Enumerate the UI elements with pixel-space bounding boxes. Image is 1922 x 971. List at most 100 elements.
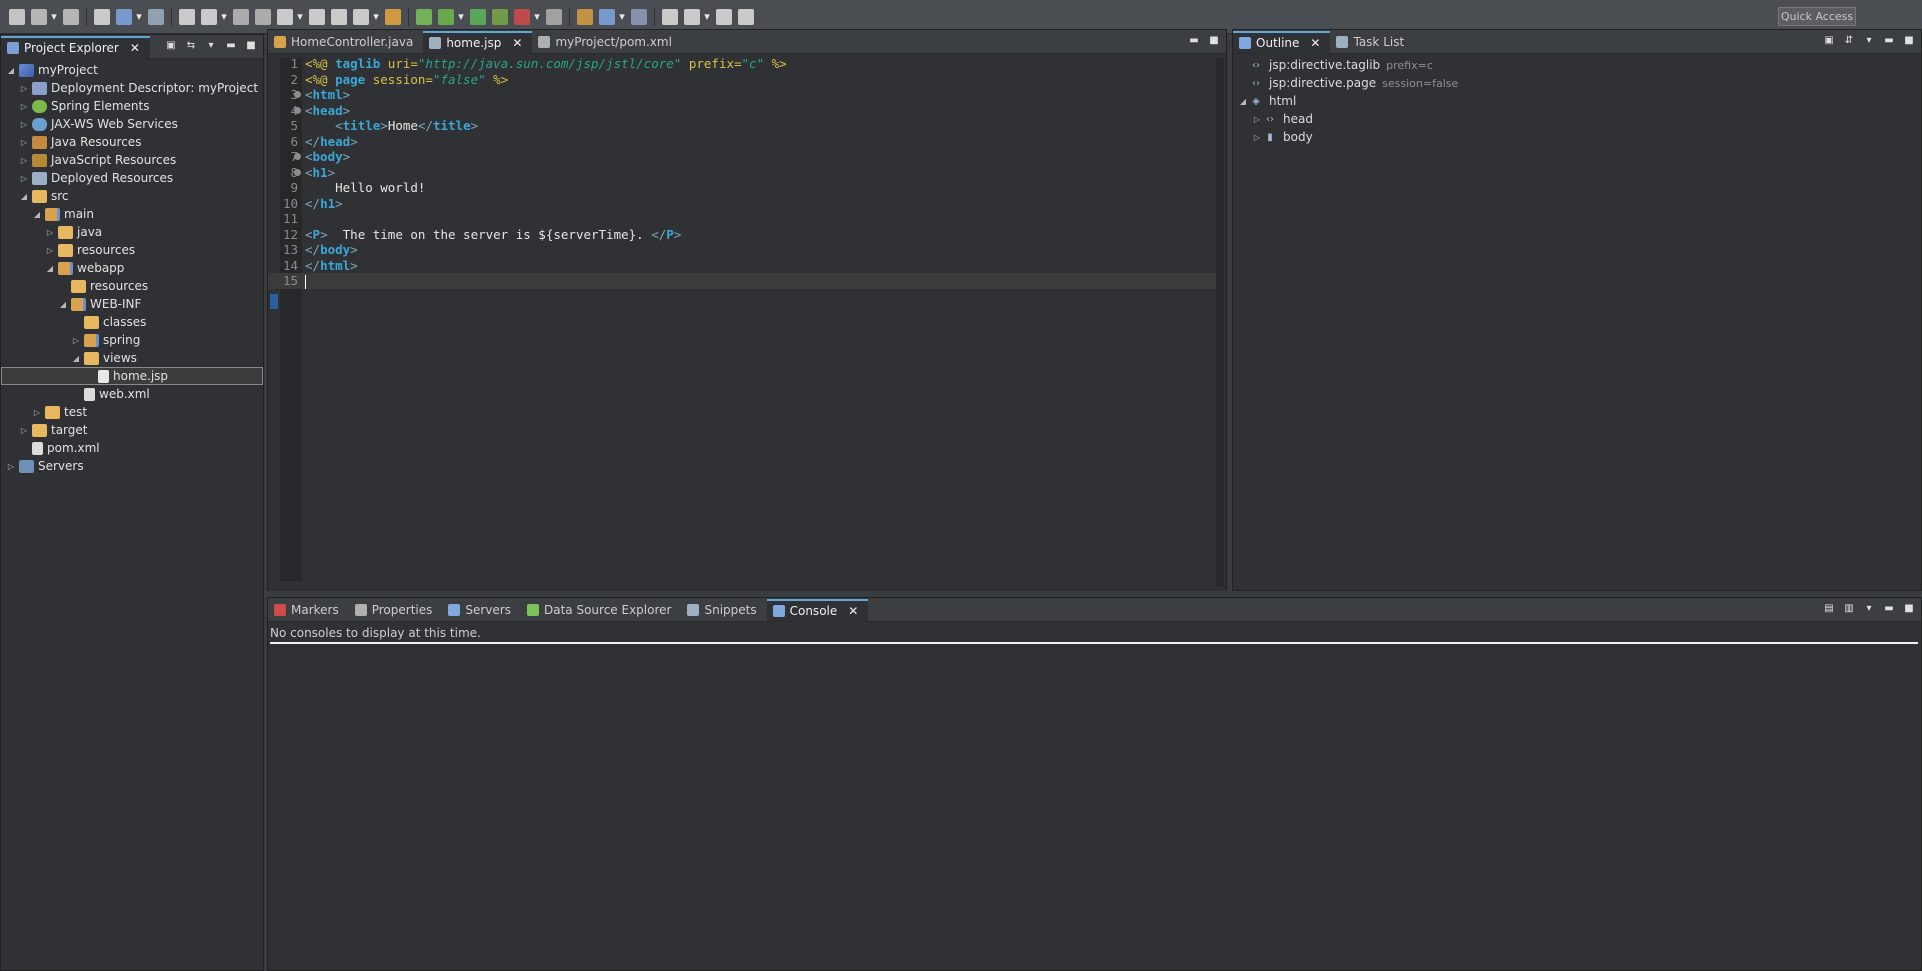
tree-item[interactable]: ▷ Spring Elements xyxy=(1,97,263,115)
expanded-arrow-icon[interactable]: ◢ xyxy=(44,264,56,273)
forward-icon[interactable] xyxy=(738,8,754,25)
resume-icon[interactable] xyxy=(179,8,195,25)
tree-item[interactable]: pom.xml xyxy=(1,439,263,457)
tab-servers[interactable]: Servers xyxy=(442,599,521,621)
console-icon[interactable] xyxy=(116,8,132,25)
server-icon[interactable] xyxy=(546,8,562,25)
view-menu-icon[interactable]: ▾ xyxy=(1863,35,1875,47)
outline-item[interactable]: ▷ ▮ body xyxy=(1233,128,1921,146)
fold-toggle-icon[interactable] xyxy=(294,153,301,160)
display-console-icon[interactable]: ▤ xyxy=(1823,603,1835,615)
dropdown-arrow-icon[interactable]: ▾ xyxy=(220,9,228,25)
collapsed-arrow-icon[interactable]: ▷ xyxy=(44,228,56,237)
tree-item[interactable]: ◢ views xyxy=(1,349,263,367)
code-editor[interactable]: 1 <%@ taglib uri="http://java.sun.com/jsp… xyxy=(268,54,1226,591)
maximize-icon[interactable]: ■ xyxy=(245,40,257,52)
sort-icon[interactable]: ⇵ xyxy=(1843,35,1855,47)
expanded-arrow-icon[interactable]: ◢ xyxy=(1237,97,1249,106)
maximize-icon[interactable]: ■ xyxy=(1903,35,1915,47)
tab-home-jsp[interactable]: home.jsp ✕ xyxy=(423,31,533,53)
expanded-arrow-icon[interactable]: ◢ xyxy=(5,66,17,75)
collapsed-arrow-icon[interactable]: ▷ xyxy=(18,102,30,111)
use-step-filters-icon[interactable] xyxy=(385,8,401,25)
fold-toggle-icon[interactable] xyxy=(294,91,301,98)
link-editor-icon[interactable]: ⇆ xyxy=(185,40,197,52)
collapse-all-icon[interactable]: ▣ xyxy=(165,40,177,52)
tab-myproject-pom-xml[interactable]: myProject/pom.xml xyxy=(532,31,681,53)
editor-scrollbar[interactable] xyxy=(1216,58,1224,586)
collapsed-arrow-icon[interactable]: ▷ xyxy=(18,174,30,183)
tab-console[interactable]: Console ✕ xyxy=(766,599,869,621)
suspend-icon[interactable] xyxy=(201,8,217,25)
dropdown-arrow-icon[interactable]: ▾ xyxy=(50,9,58,25)
tab-homecontroller-java[interactable]: HomeController.java xyxy=(268,31,423,53)
dropdown-arrow-icon[interactable]: ▾ xyxy=(135,9,143,25)
collapsed-arrow-icon[interactable]: ▷ xyxy=(44,246,56,255)
fold-toggle-icon[interactable] xyxy=(294,106,301,114)
dropdown-arrow-icon[interactable]: ▾ xyxy=(457,9,465,25)
tree-item[interactable]: ▷ JavaScript Resources xyxy=(1,151,263,169)
quick-access-input[interactable]: Quick Access xyxy=(1778,7,1856,26)
new-icon[interactable] xyxy=(9,8,25,25)
tab-project-explorer[interactable]: Project Explorer ✕ xyxy=(1,36,150,58)
tab-data-source-explorer[interactable]: Data Source Explorer xyxy=(521,599,681,621)
coverage-icon[interactable] xyxy=(492,8,508,25)
close-icon[interactable]: ✕ xyxy=(1310,36,1320,50)
tree-item[interactable]: ▷ target xyxy=(1,421,263,439)
tree-item[interactable]: ▷ Servers xyxy=(1,457,263,475)
open-console-icon[interactable]: ▾ xyxy=(1863,603,1875,615)
tab-properties[interactable]: Properties xyxy=(349,599,443,621)
tree-item[interactable]: ▷ spring xyxy=(1,331,263,349)
tree-item[interactable]: ▷ JAX-WS Web Services xyxy=(1,115,263,133)
external-tools-icon[interactable] xyxy=(514,8,530,25)
expanded-arrow-icon[interactable]: ◢ xyxy=(57,300,69,309)
fold-toggle-icon[interactable] xyxy=(294,168,301,176)
console-output[interactable]: No consoles to display at this time. xyxy=(268,622,1921,644)
close-icon[interactable]: ✕ xyxy=(130,41,140,55)
tab-markers[interactable]: Markers xyxy=(268,599,349,621)
terminate-icon[interactable] xyxy=(233,8,249,25)
collapsed-arrow-icon[interactable]: ▷ xyxy=(18,138,30,147)
tree-item[interactable]: ◢ main xyxy=(1,205,263,223)
collapsed-arrow-icon[interactable]: ▷ xyxy=(5,462,17,471)
close-icon[interactable]: ✕ xyxy=(512,36,522,50)
save-all-icon[interactable] xyxy=(63,8,79,25)
tab-outline[interactable]: Outline ✕ xyxy=(1233,31,1331,53)
collapsed-arrow-icon[interactable]: ▷ xyxy=(18,156,30,165)
minimize-icon[interactable]: ▬ xyxy=(1883,603,1895,615)
tree-item[interactable]: ▷ java xyxy=(1,223,263,241)
outline-item[interactable]: ‹› jsp:directive.page session=false xyxy=(1233,74,1921,92)
tree-item[interactable]: home.jsp xyxy=(1,367,263,385)
collapsed-arrow-icon[interactable]: ▷ xyxy=(70,336,82,345)
collapsed-arrow-icon[interactable]: ▷ xyxy=(18,120,30,129)
tree-item[interactable]: ◢ webapp xyxy=(1,259,263,277)
debug-icon[interactable] xyxy=(438,8,454,25)
code-area[interactable]: 1 <%@ taglib uri="http://java.sun.com/jsp… xyxy=(268,56,1216,289)
expanded-arrow-icon[interactable]: ◢ xyxy=(31,210,43,219)
step-over-icon[interactable] xyxy=(309,8,325,25)
open-task-icon[interactable] xyxy=(599,8,615,25)
previous-annotation-icon[interactable] xyxy=(662,8,678,25)
expanded-arrow-icon[interactable]: ◢ xyxy=(18,192,30,201)
outline-item[interactable]: ◢ ◈ html xyxy=(1233,92,1921,110)
step-into-icon[interactable] xyxy=(277,8,293,25)
collapse-all-icon[interactable]: ▣ xyxy=(1823,35,1835,47)
tree-item[interactable]: resources xyxy=(1,277,263,295)
collapsed-arrow-icon[interactable]: ▷ xyxy=(18,84,30,93)
tree-item[interactable]: classes xyxy=(1,313,263,331)
dropdown-arrow-icon[interactable]: ▾ xyxy=(533,9,541,25)
open-type-icon[interactable] xyxy=(577,8,593,25)
maximize-icon[interactable]: ■ xyxy=(1208,35,1220,47)
dropdown-arrow-icon[interactable]: ▾ xyxy=(703,9,711,25)
collapsed-arrow-icon[interactable]: ▷ xyxy=(18,426,30,435)
close-icon[interactable]: ✕ xyxy=(848,604,858,618)
profile-icon[interactable] xyxy=(94,8,110,25)
tree-item[interactable]: ▷ test xyxy=(1,403,263,421)
expanded-arrow-icon[interactable]: ◢ xyxy=(70,354,82,363)
collapsed-arrow-icon[interactable]: ▷ xyxy=(31,408,43,417)
dropdown-arrow-icon[interactable]: ▾ xyxy=(618,9,626,25)
disconnect-icon[interactable] xyxy=(255,8,271,25)
tree-item[interactable]: web.xml xyxy=(1,385,263,403)
tab-snippets[interactable]: Snippets xyxy=(681,599,766,621)
tree-item[interactable]: ▷ Java Resources xyxy=(1,133,263,151)
